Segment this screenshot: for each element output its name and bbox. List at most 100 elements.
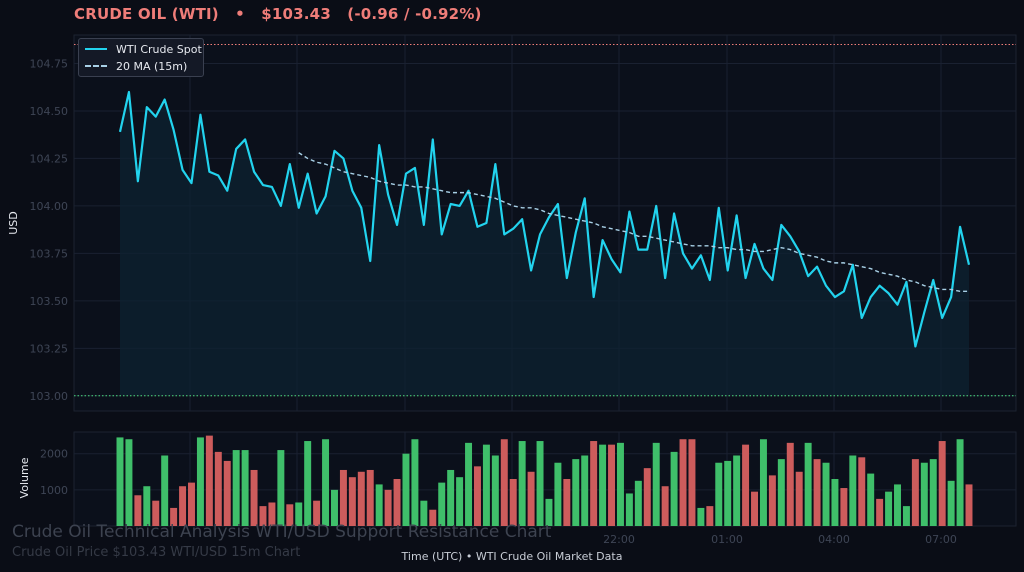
volume-bar (840, 488, 848, 526)
volume-bar (876, 498, 884, 526)
volume-bar (554, 462, 562, 526)
watermark-title: Crude Oil Technical Analysis WTI/USD Sup… (12, 522, 552, 542)
volume-bar (563, 479, 571, 526)
volume-bar (742, 444, 750, 526)
volume-bar (491, 455, 499, 526)
volume-bar (473, 466, 481, 526)
volume-axis-label: Volume (18, 457, 31, 498)
price-tick-label: 104.75 (30, 57, 69, 70)
volume-bar (777, 459, 785, 526)
volume-bar (509, 479, 517, 526)
volume-bar (885, 491, 893, 526)
volume-bar (616, 442, 624, 526)
volume-bar (768, 475, 776, 526)
volume-bar (456, 477, 464, 526)
x-tick-label: 22:00 (603, 533, 635, 546)
volume-bar (196, 437, 204, 526)
volume-bar (938, 441, 946, 526)
volume-bar (652, 442, 660, 526)
volume-bar (625, 493, 633, 526)
volume-bar (759, 439, 767, 526)
volume-bar (581, 455, 589, 526)
price-tick-label: 104.00 (30, 200, 69, 213)
x-tick-label: 01:00 (711, 533, 743, 546)
price-axis-label: USD (7, 211, 20, 235)
volume-bar (339, 469, 347, 526)
footer-text: Time (UTC) • WTI Crude Oil Market Data (401, 550, 623, 563)
price-tick-label: 103.00 (30, 390, 69, 403)
volume-bar (822, 462, 830, 526)
x-tick-label: 07:00 (925, 533, 957, 546)
volume-bar (608, 444, 616, 526)
volume-bar (500, 439, 508, 526)
volume-bar (348, 477, 356, 526)
volume-bar (858, 457, 866, 526)
volume-bar (867, 473, 875, 526)
volume-bar (393, 479, 401, 526)
volume-bar (241, 450, 249, 526)
volume-bar (751, 491, 758, 526)
legend-label-spot: WTI Crude Spot (116, 42, 202, 56)
volume-bar (599, 444, 607, 526)
volume-bar (920, 462, 928, 526)
price-volume-chart: 103.00 103.25 103.50 103.75 104.00 104.25 104.… (7, 34, 1017, 546)
volume-bar (188, 482, 195, 526)
volume-bar (116, 437, 124, 526)
volume-bar (179, 486, 187, 526)
volume-tick-label: 1000 (40, 484, 68, 497)
volume-bar (527, 471, 535, 526)
price-tick-label: 103.75 (30, 247, 69, 260)
volume-bar (795, 471, 803, 526)
volume-bar (947, 480, 955, 526)
price-tick-label: 104.25 (30, 152, 69, 165)
volume-bar (411, 439, 419, 526)
volume-bar (831, 479, 839, 526)
volume-bar (438, 482, 446, 526)
volume-bar (214, 451, 222, 526)
volume-bar (482, 444, 490, 526)
volume-bar (724, 460, 732, 526)
volume-bar (205, 435, 213, 526)
volume-bar (402, 453, 410, 526)
volume-bar (366, 469, 374, 526)
volume-bar (813, 459, 821, 526)
volume-bar (670, 451, 678, 526)
volume-bar (715, 462, 723, 526)
volume-bar (223, 460, 231, 526)
price-tick-label: 104.50 (30, 105, 69, 118)
volume-bar (697, 507, 705, 526)
legend-swatch-ma (85, 65, 107, 67)
volume-bar (643, 468, 651, 526)
legend-item-ma: 20 MA (15m) (85, 58, 187, 74)
volume-bar (447, 469, 455, 526)
volume-bar (304, 441, 312, 526)
volume-bar (804, 442, 812, 526)
volume-bar (125, 439, 133, 526)
volume-bar (786, 442, 794, 526)
volume-bar (911, 459, 919, 526)
volume-bar (902, 506, 910, 526)
x-tick-label: 04:00 (818, 533, 850, 546)
legend-swatch-spot (85, 48, 107, 50)
volume-bar (956, 439, 964, 526)
volume-bar (536, 441, 544, 526)
volume-bar (357, 471, 365, 526)
volume-bar (688, 439, 696, 526)
volume-bar (331, 489, 338, 526)
volume-bar (250, 469, 258, 526)
volume-bar (733, 455, 741, 526)
volume-bar (322, 439, 330, 526)
legend-label-ma: 20 MA (15m) (116, 59, 188, 73)
price-tick-label: 103.25 (30, 342, 69, 355)
volume-bar (518, 441, 526, 526)
volume-bar (143, 486, 151, 526)
volume-tick-label: 2000 (40, 448, 68, 461)
volume-bar (572, 459, 580, 526)
volume-bar (849, 455, 857, 526)
volume-bar (277, 450, 285, 526)
volume-bar (375, 484, 383, 526)
volume-bar (465, 442, 473, 526)
volume-bar (232, 450, 240, 526)
volume-bar (706, 506, 714, 526)
volume-bar (634, 480, 642, 526)
